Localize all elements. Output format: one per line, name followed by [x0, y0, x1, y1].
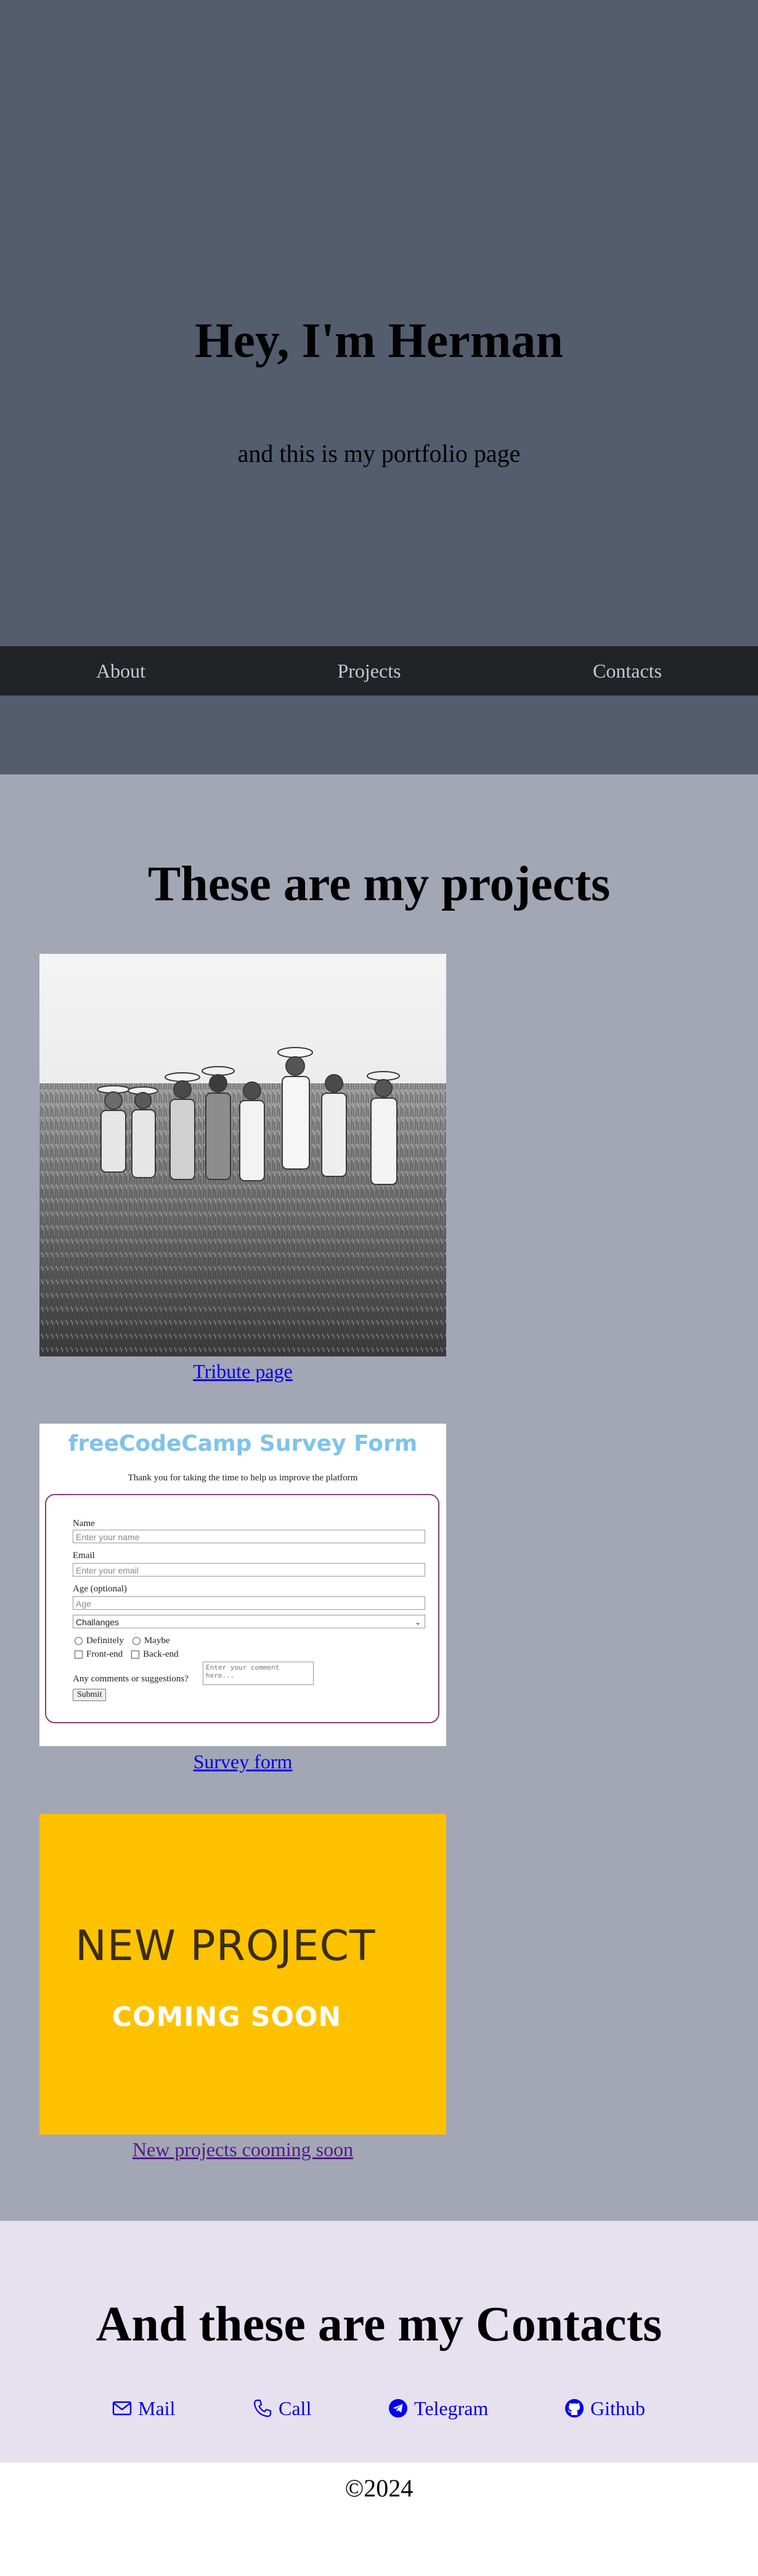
nav-link-projects[interactable]: Projects [337, 646, 401, 695]
chevron-down-icon: ⌄ [414, 1618, 421, 1626]
checkbox-icon [75, 1651, 83, 1659]
survey-preview-title: freeCodeCamp Survey Form [68, 1431, 418, 1456]
survey-preview-select: Challanges ⌄ [73, 1615, 425, 1628]
survey-preview-age-label: Age (optional) [73, 1584, 127, 1594]
radio-icon [132, 1637, 141, 1645]
survey-preview-checkbox-row: Front-end Back-end [75, 1649, 179, 1660]
survey-preview-name-label: Name [73, 1519, 95, 1528]
copyright-text: ©2024 [344, 2474, 414, 2502]
contact-label-mail: Mail [138, 2397, 176, 2419]
project-tile-survey-image[interactable]: freeCodeCamp Survey Form Thank you for t… [39, 1424, 446, 1746]
survey-preview-comments-textarea: Enter your comment here... [203, 1662, 314, 1685]
checkbox-icon [131, 1651, 140, 1659]
survey-preview-radio-1: Definitely [86, 1636, 124, 1646]
projects-heading: These are my projects [147, 857, 611, 911]
tribute-photo-icon [39, 954, 446, 1356]
contact-link-telegram[interactable]: Telegram [388, 2396, 488, 2421]
survey-preview-description: Thank you for taking the time to help us… [128, 1473, 358, 1483]
contact-link-github[interactable]: Github [564, 2396, 645, 2421]
welcome-section: Hey, I'm Herman and this is my portfolio… [0, 0, 758, 774]
survey-preview-radio-2: Maybe [144, 1636, 170, 1646]
phone-icon [253, 2399, 272, 2418]
survey-preview-radio-row: Definitely Maybe [75, 1636, 169, 1646]
project-tile-tribute-image[interactable] [39, 954, 446, 1356]
contacts-section: And these are my Contacts Mail Call Tele… [0, 2221, 758, 2463]
nav-link-about[interactable]: About [96, 646, 145, 695]
project-link-tribute[interactable]: Tribute page [39, 1360, 446, 1383]
projects-section: These are my projects Tribute page freeC… [0, 774, 758, 2221]
survey-preview-form-border: Name Enter your name Email Enter your em… [45, 1494, 439, 1723]
survey-preview-age-input: Age [73, 1596, 425, 1610]
contact-link-call[interactable]: Call [253, 2396, 311, 2421]
coming-soon-line1: NEW PROJECT [75, 1922, 376, 1971]
contact-label-telegram: Telegram [414, 2397, 489, 2419]
envelope-icon [112, 2401, 132, 2416]
project-link-survey[interactable]: Survey form [39, 1750, 446, 1773]
coming-soon-banner-icon: NEW PROJECT COMING SOON [39, 1814, 446, 2135]
survey-preview-email-label: Email [73, 1551, 95, 1561]
survey-preview-check-2: Back-end [143, 1649, 179, 1659]
survey-preview-comments-label: Any comments or suggestions? [73, 1674, 189, 1684]
welcome-heading: Hey, I'm Herman [195, 314, 563, 368]
contact-label-github: Github [590, 2397, 645, 2419]
nav-link-contacts[interactable]: Contacts [593, 646, 662, 695]
contacts-heading: And these are my Contacts [96, 2297, 662, 2352]
footer: ©2024 [0, 2463, 758, 2576]
navbar: About Projects Contacts [0, 646, 758, 695]
contact-link-mail[interactable]: Mail [112, 2396, 175, 2421]
survey-preview-name-input: Enter your name [73, 1530, 425, 1543]
survey-preview-email-input: Enter your email [73, 1563, 425, 1577]
survey-preview-check-1: Front-end [86, 1649, 123, 1659]
radio-icon [75, 1637, 83, 1645]
project-link-coming-soon[interactable]: New projects cooming soon [39, 2138, 446, 2161]
welcome-subheading: and this is my portfolio page [237, 440, 521, 467]
survey-preview-select-value: Challanges [76, 1617, 120, 1627]
project-tile-coming-soon-image[interactable]: NEW PROJECT COMING SOON [39, 1814, 446, 2135]
telegram-icon [389, 2399, 407, 2418]
coming-soon-line2: COMING SOON [112, 2001, 342, 2033]
survey-preview-submit-button: Submit [73, 1689, 107, 1701]
survey-form-screenshot-icon: freeCodeCamp Survey Form Thank you for t… [39, 1424, 446, 1746]
github-icon [565, 2399, 584, 2418]
contact-label-call: Call [279, 2397, 312, 2419]
